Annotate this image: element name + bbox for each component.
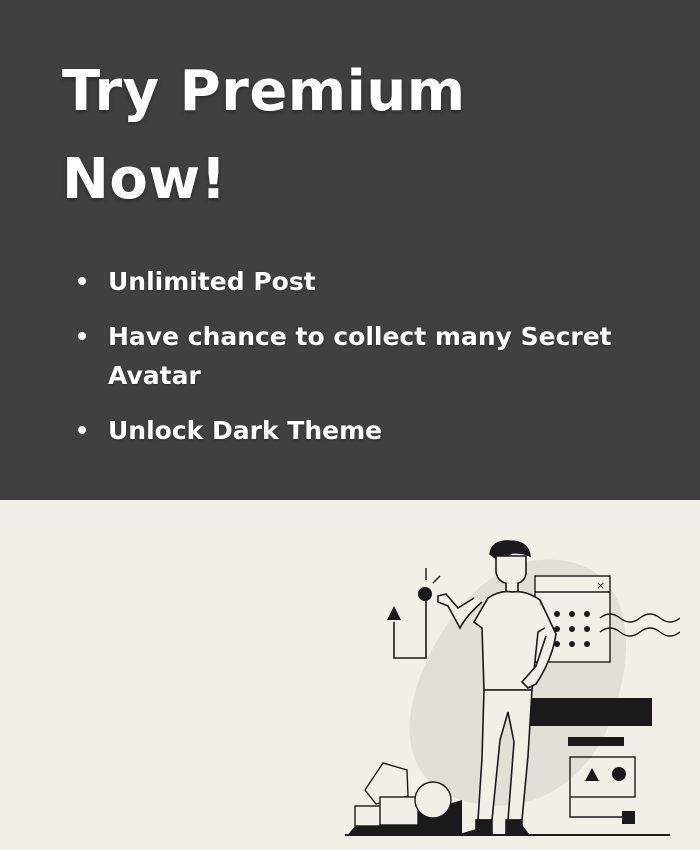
benefits-list: Unlimited Post Have chance to collect ma… bbox=[78, 262, 638, 466]
held-dot bbox=[418, 587, 432, 601]
page-title: Try Premium Now! bbox=[62, 48, 622, 224]
triangle-icon bbox=[387, 606, 401, 620]
benefit-item: Unlock Dark Theme bbox=[78, 411, 638, 450]
premium-hero: Try Premium Now! Unlimited Post Have cha… bbox=[0, 0, 700, 500]
benefit-item: Have chance to collect many Secret Avata… bbox=[78, 317, 638, 395]
black-block bbox=[530, 698, 652, 726]
benefit-label: Unlock Dark Theme bbox=[108, 416, 383, 445]
connector-line bbox=[393, 598, 427, 659]
title-line-2: Now! bbox=[62, 147, 227, 212]
svg-text:×: × bbox=[596, 579, 605, 592]
premium-page: Try Premium Now! Unlimited Post Have cha… bbox=[0, 0, 700, 850]
bullet-icon bbox=[78, 332, 86, 340]
bullet-icon bbox=[78, 277, 86, 285]
title-line-1: Try Premium bbox=[62, 59, 466, 124]
man-presenting-illustration: × bbox=[345, 540, 680, 836]
benefit-label: Unlimited Post bbox=[108, 267, 316, 296]
bullet-icon bbox=[78, 426, 86, 434]
illustration-area: × bbox=[0, 500, 700, 850]
benefit-label: Have chance to collect many Secret Avata… bbox=[108, 322, 612, 390]
benefit-item: Unlimited Post bbox=[78, 262, 638, 301]
